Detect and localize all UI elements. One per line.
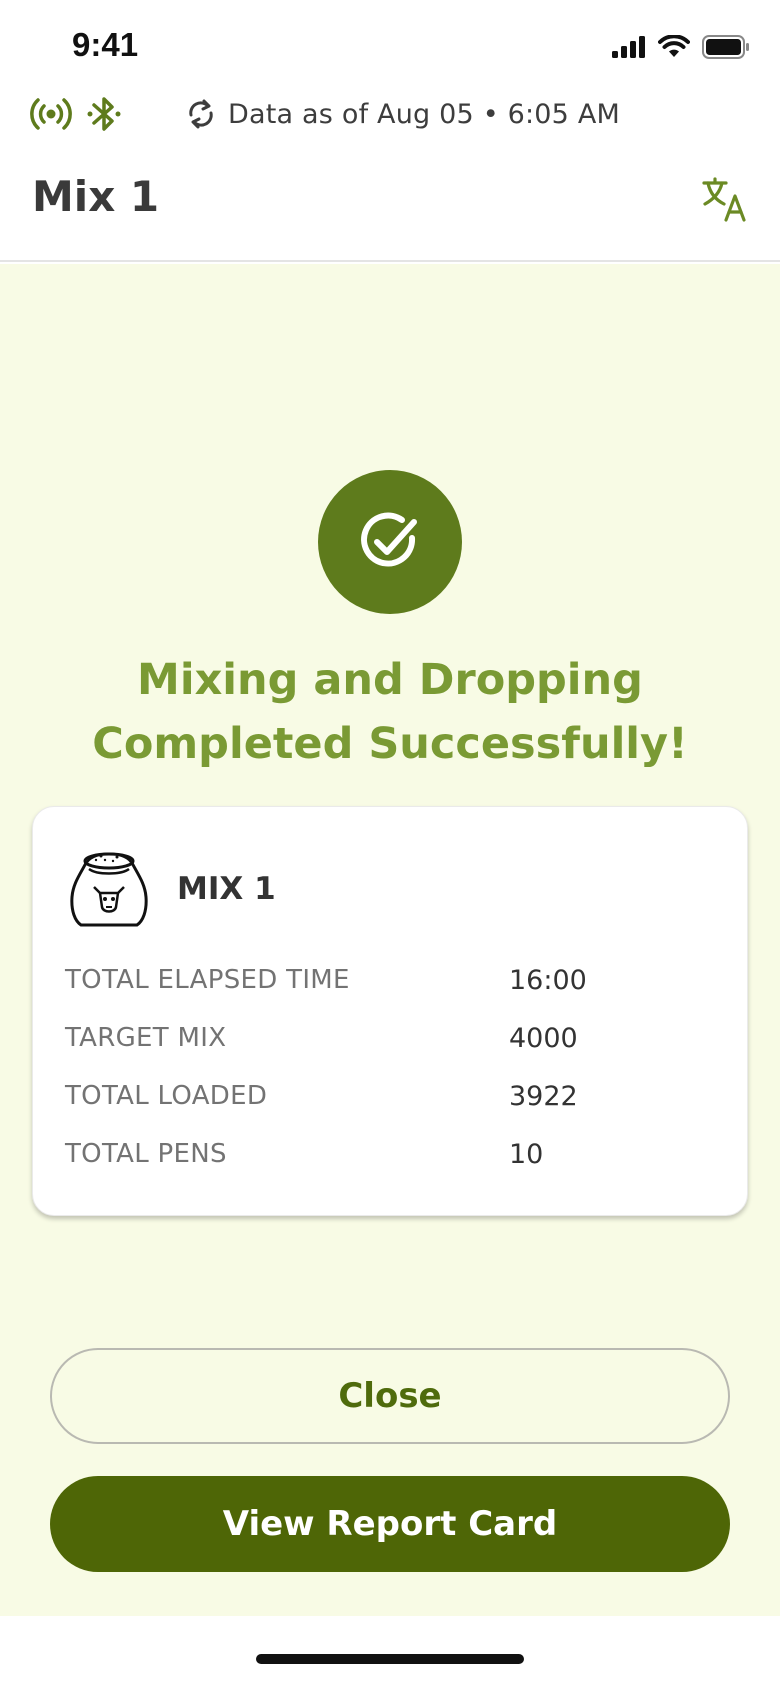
broadcast-icon	[30, 98, 72, 130]
mix-name: MIX 1	[177, 871, 276, 907]
stat-value: 10	[509, 1139, 544, 1170]
stat-row-total-loaded: TOTAL LOADED 3922	[65, 1081, 725, 1121]
stat-value: 3922	[509, 1081, 578, 1112]
sync-timestamp: Data as of Aug 05 • 6:05 AM	[228, 98, 620, 130]
stat-label: TARGET MIX	[65, 1023, 227, 1053]
wifi-icon	[658, 35, 690, 57]
view-report-card-button[interactable]: View Report Card	[50, 1476, 730, 1572]
page-title: Mix 1	[32, 172, 160, 221]
success-message-line1: Mixing and Dropping	[137, 655, 643, 705]
stat-label: TOTAL LOADED	[65, 1081, 268, 1111]
feed-sack-icon	[70, 852, 148, 927]
stat-row-total-pens: TOTAL PENS 10	[65, 1139, 725, 1179]
success-message-line2: Completed Successfully!	[92, 719, 688, 769]
stat-label: TOTAL ELAPSED TIME	[65, 965, 350, 995]
app-screen: 9:41 Data as of Aug 05 • 6:05 AM Mix 1 M…	[0, 0, 780, 1688]
stat-row-elapsed-time: TOTAL ELAPSED TIME 16:00	[65, 965, 725, 1005]
success-message: Mixing and Dropping Completed Successful…	[40, 648, 740, 776]
stat-label: TOTAL PENS	[65, 1139, 227, 1169]
main-content: Mixing and Dropping Completed Successful…	[0, 264, 780, 1616]
connectivity-bar: Data as of Aug 05 • 6:05 AM	[0, 88, 780, 140]
bluetooth-icon	[87, 97, 121, 131]
mix-summary-card: MIX 1 TOTAL ELAPSED TIME 16:00 TARGET MI…	[32, 806, 748, 1216]
stat-value: 4000	[509, 1023, 578, 1054]
stat-value: 16:00	[509, 965, 587, 996]
battery-icon	[702, 35, 749, 59]
status-time: 9:41	[72, 26, 139, 63]
status-icons	[612, 32, 750, 62]
cellular-signal-icon	[612, 36, 645, 58]
page-header: Mix 1	[0, 150, 780, 262]
check-circle-icon	[361, 512, 417, 567]
stat-row-target-mix: TARGET MIX 4000	[65, 1023, 725, 1063]
sync-status: Data as of Aug 05 • 6:05 AM	[186, 92, 620, 136]
home-indicator[interactable]	[256, 1654, 524, 1664]
translate-icon[interactable]	[702, 176, 748, 222]
sync-icon	[189, 99, 213, 129]
close-button[interactable]: Close	[50, 1348, 730, 1444]
success-badge	[318, 470, 462, 614]
status-bar: 9:41	[0, 0, 780, 90]
